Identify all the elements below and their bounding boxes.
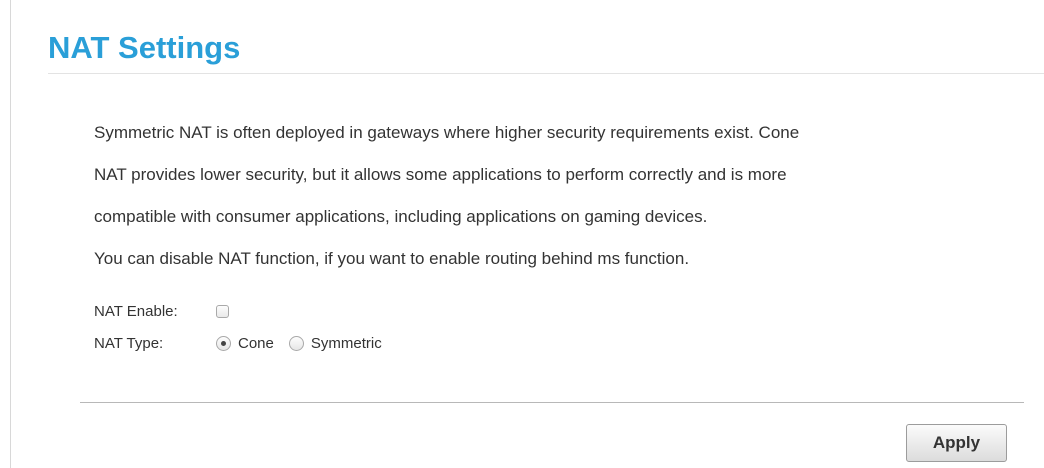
nat-description: Symmetric NAT is often deployed in gatew… [94,112,1024,280]
radio-selected-dot [221,340,226,346]
nat-enable-checkbox[interactable] [216,304,229,318]
left-border [10,0,11,468]
apply-button[interactable]: Apply [906,424,1007,462]
nat-settings-page: NAT Settings Symmetric NAT is often depl… [0,0,1044,468]
form-divider [80,402,1024,403]
nat-type-symmetric-option[interactable]: Symmetric [288,335,382,352]
nat-type-symmetric-label[interactable]: Symmetric [311,335,382,352]
nat-enable-label: NAT Enable: [94,302,178,320]
page-title: NAT Settings [48,30,241,65]
nat-type-cone-option[interactable]: Cone [216,335,274,352]
nat-type-cone-radio[interactable] [216,335,231,351]
title-divider [48,73,1044,74]
nat-type-row: NAT Type: Cone Symmetric [94,332,397,354]
description-line: NAT provides lower security, but it allo… [94,165,787,184]
nat-enable-row: NAT Enable: [94,300,229,322]
nat-type-cone-label[interactable]: Cone [238,335,274,352]
description-line: Symmetric NAT is often deployed in gatew… [94,123,800,142]
nat-type-label: NAT Type: [94,334,164,352]
nat-type-symmetric-radio[interactable] [288,335,304,351]
description-line: You can disable NAT function, if you wan… [94,249,690,268]
description-line: compatible with consumer applications, i… [94,207,708,226]
